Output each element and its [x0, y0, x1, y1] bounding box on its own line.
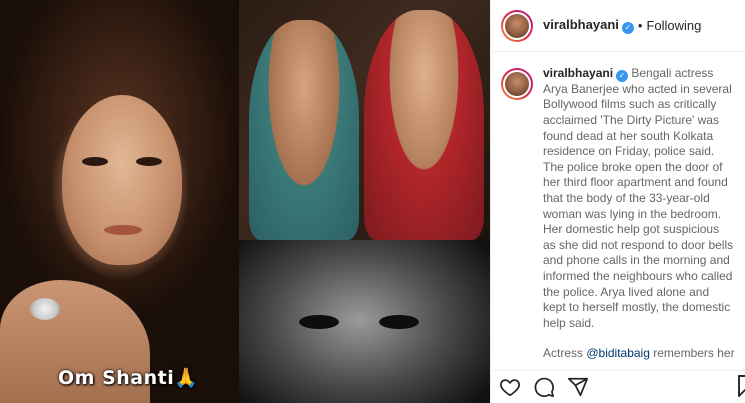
share-icon[interactable]: [567, 376, 589, 398]
post-sidebar: viralbhayani ✓ • Following viralbhayani ✓ …: [490, 0, 745, 403]
mention-link[interactable]: @biditabaig: [586, 346, 650, 360]
bw-right-eye: [379, 315, 419, 329]
bw-left-eye: [299, 315, 339, 329]
media-caption-text: Om Shanti: [58, 367, 175, 389]
action-bar: [491, 370, 745, 403]
caption-text: viralbhayani ✓ Bengali actress Arya Baner…: [543, 66, 735, 370]
ring: [30, 298, 60, 320]
caption-area: viralbhayani ✓ Bengali actress Arya Baner…: [491, 52, 745, 370]
right-dancer: [364, 10, 484, 240]
black-white-closeup-photo: [239, 240, 490, 403]
face: [62, 95, 182, 265]
comment-icon[interactable]: [533, 376, 555, 398]
left-eye: [82, 157, 108, 166]
username-link[interactable]: viralbhayani ✓: [543, 17, 634, 34]
dance-scene-photo: [239, 0, 490, 240]
caption-paragraph-2: Her domestic help got suspicious as she …: [543, 222, 734, 330]
caption-username[interactable]: viralbhayani: [543, 66, 613, 80]
right-eye: [136, 157, 162, 166]
caption-paragraph-3-suffix: remembers her: [649, 346, 735, 361]
caption-paragraph-1: Bengali actress Arya Banerjee who acted …: [543, 66, 732, 221]
following-button[interactable]: Following: [646, 18, 701, 33]
instagram-post: Om Shanti🙏 viralbhayani ✓ • Following vir…: [0, 0, 745, 403]
username-text[interactable]: viralbhayani: [543, 17, 619, 32]
caption-paragraph-3-prefix: Actress: [543, 346, 587, 361]
pray-emoji-icon: 🙏: [174, 367, 199, 389]
caption-avatar[interactable]: [501, 68, 533, 100]
media-caption: Om Shanti🙏: [58, 366, 198, 389]
heart-icon[interactable]: [499, 376, 521, 398]
bookmark-icon[interactable]: [738, 375, 745, 397]
lips: [104, 225, 142, 235]
post-media-collage[interactable]: Om Shanti🙏: [0, 0, 490, 403]
post-header: viralbhayani ✓ • Following: [491, 0, 745, 52]
verified-badge-icon: ✓: [621, 21, 634, 34]
portrait-photo: Om Shanti🙏: [0, 0, 239, 403]
left-dancer: [249, 20, 359, 240]
separator-dot: •: [637, 18, 643, 33]
caption-verified-badge-icon: ✓: [616, 69, 629, 82]
avatar[interactable]: [501, 9, 533, 42]
